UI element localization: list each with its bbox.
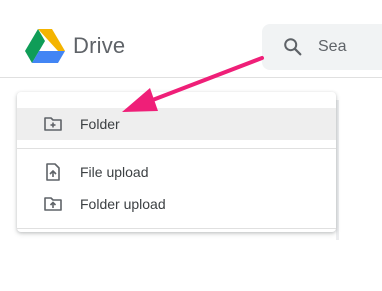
menu-item-folder-upload[interactable]: Folder upload — [17, 188, 336, 220]
file-upload-icon — [46, 163, 60, 181]
menu-item-label: Folder — [80, 116, 120, 132]
app-title[interactable]: Drive — [73, 32, 125, 60]
menu-item-folder[interactable]: Folder — [17, 108, 336, 140]
search-input[interactable]: Sea — [318, 38, 346, 56]
google-drive-logo-icon[interactable] — [25, 27, 65, 63]
folder-upload-icon — [44, 197, 62, 211]
menu-item-label: Folder upload — [80, 196, 166, 212]
search-icon[interactable] — [282, 36, 304, 58]
menu-item-file-upload[interactable]: File upload — [17, 156, 336, 188]
menu-divider — [17, 228, 336, 229]
menu-divider — [17, 148, 336, 149]
drive-page: Drive Sea Folder File upload Folder uplo… — [0, 0, 382, 291]
search-box[interactable]: Sea — [262, 24, 382, 70]
menu-item-label: File upload — [80, 164, 149, 180]
content-edge — [336, 100, 339, 240]
new-folder-icon — [44, 117, 62, 131]
header: Drive Sea — [0, 0, 382, 78]
new-item-menu: Folder File upload Folder upload — [17, 92, 336, 232]
